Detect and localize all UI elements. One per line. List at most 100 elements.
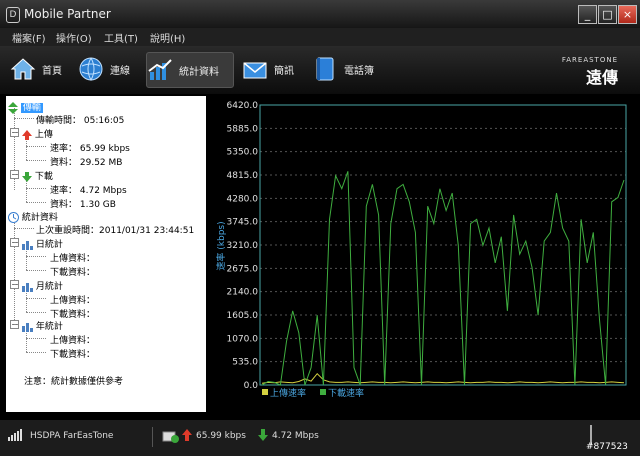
maximize-button[interactable]: □ — [598, 5, 617, 24]
tree-item-transfer[interactable]: 傳輸 — [8, 100, 43, 114]
y-tick-label: 5885.0 — [227, 124, 259, 134]
daily-upload-label: 上傳資料： — [50, 254, 96, 264]
y-axis-label: 速率 (kbps) — [215, 221, 227, 270]
toolbar-phonebook-button[interactable]: 電話簿 — [312, 52, 382, 86]
download-rate-row: 速率： 4.72 Mbps — [50, 183, 127, 196]
toolbar-home-button[interactable]: 首頁 — [10, 52, 70, 86]
tree-item-upload[interactable]: 上傳 — [22, 127, 53, 140]
y-tick-label: 2675.0 — [227, 264, 259, 274]
legend-upload-label: 上傳速率 — [270, 387, 306, 399]
last-reset-label: 上次重設時間： — [36, 226, 100, 236]
connect-globe-icon — [79, 57, 103, 82]
y-tick-label: 5350.0 — [227, 148, 259, 158]
yearly-download-label: 下載資料： — [50, 350, 96, 360]
monthly-upload-label: 上傳資料： — [50, 296, 96, 306]
toolbar: 首頁 連線 統計資料 簡訊 電話簿 FAREASTONE 遠傳 — [0, 46, 640, 94]
sms-envelope-icon — [243, 62, 267, 79]
status-upload-rate: 65.99 kbps — [196, 431, 246, 441]
y-axis-ticks: 6420.0 5885.0 5350.0 4815.0 4280.0 3745.0 3210… — [227, 101, 259, 391]
status-divider — [152, 427, 153, 447]
toolbar-home-label: 首頁 — [42, 65, 62, 77]
legend-download-swatch — [320, 389, 326, 395]
signal-bars-icon — [8, 429, 22, 441]
upload-rate-label: 速率： — [50, 144, 78, 154]
last-reset-row: 上次重設時間：2011/01/31 23:44:51 — [36, 223, 194, 236]
y-tick-label: 6420.0 — [227, 101, 259, 111]
image-id-tag: #877523 — [586, 442, 628, 452]
tree-label-upload: 上傳 — [34, 130, 53, 140]
tree-label-yearly: 年統計 — [35, 322, 63, 332]
tree-item-download[interactable]: 下載 — [22, 169, 53, 182]
toolbar-connect-button[interactable]: 連線 — [78, 52, 138, 86]
home-icon — [10, 58, 36, 80]
bar-chart-icon — [22, 322, 33, 332]
toolbar-sms-label: 簡訊 — [274, 65, 294, 77]
y-tick-label: 535.0 — [232, 358, 258, 368]
menu-tools[interactable]: 工具(T) — [104, 30, 138, 45]
chart-series — [261, 171, 625, 386]
transfer-arrows-icon — [8, 101, 18, 114]
upload-rate-value: 65.99 kbps — [79, 144, 130, 154]
clock-icon — [8, 212, 19, 223]
speed-line-chart: 6420.0 5885.0 5350.0 4815.0 4280.0 3745.0 3210… — [215, 101, 627, 399]
y-tick-label: 2140.0 — [227, 288, 259, 298]
download-arrow-icon — [258, 429, 268, 441]
status-download-rate: 4.72 Mbps — [272, 431, 319, 441]
menu-help[interactable]: 說明(H) — [150, 30, 185, 45]
y-tick-label: 4815.0 — [227, 171, 259, 181]
y-tick-label: 3210.0 — [227, 241, 259, 251]
tree-item-daily[interactable]: 日統計 — [22, 237, 63, 250]
speed-chart-panel: 6420.0 5885.0 5350.0 4815.0 4280.0 3745.0 3210… — [208, 96, 636, 412]
brand-main-text: 遠傳 — [585, 68, 618, 87]
upload-data-row: 資料： 29.52 MB — [50, 155, 122, 168]
statistics-chart-icon — [148, 59, 172, 80]
tree-item-monthly[interactable]: 月統計 — [22, 279, 63, 292]
network-name: HSDPA FarEasTone — [30, 431, 114, 441]
tree-item-statistics[interactable]: 統計資料 — [8, 210, 58, 223]
fareastone-logo: FAREASTONE 遠傳 — [562, 56, 618, 88]
chart-grid — [260, 127, 626, 363]
transfer-duration-row: 傳輸時間： 05:16:05 — [36, 113, 124, 126]
close-button[interactable]: × — [618, 5, 637, 24]
toolbar-statistics-label: 統計資料 — [179, 66, 219, 78]
menu-file[interactable]: 檔案(F) — [12, 30, 46, 45]
y-tick-label: 3745.0 — [227, 218, 259, 228]
toolbar-sms-button[interactable]: 簡訊 — [242, 52, 302, 86]
tree-label-transfer: 傳輸 — [20, 103, 43, 113]
chart-legend: 上傳速率 下載速率 — [262, 387, 364, 399]
download-rate-label: 速率： — [50, 186, 78, 196]
upload-arrow-icon — [22, 129, 32, 140]
upload-speed-line — [261, 372, 625, 384]
tree-label-monthly: 月統計 — [35, 282, 63, 292]
upload-arrow-icon — [182, 429, 192, 441]
toolbar-connect-label: 連線 — [110, 65, 130, 77]
last-reset-value: 2011/01/31 23:44:51 — [99, 226, 195, 236]
menu-bar: 檔案(F) 操作(O) 工具(T) 說明(H) — [0, 28, 640, 46]
download-speed-line — [261, 171, 625, 386]
statistics-note: 注意：統計數據僅供參考 — [24, 377, 124, 387]
download-arrow-icon — [22, 171, 32, 182]
bar-chart-icon — [22, 240, 33, 250]
mobile-partner-logo-icon: D — [6, 7, 20, 23]
transfer-duration-label: 傳輸時間： — [36, 116, 82, 126]
status-bar: HSDPA FarEasTone 65.99 kbps 4.72 Mbps #8… — [0, 420, 640, 456]
bar-chart-icon — [22, 282, 33, 292]
transfer-duration-value: 05:16:05 — [83, 116, 125, 126]
toolbar-statistics-button[interactable]: 統計資料 — [146, 52, 234, 88]
y-tick-label: 4280.0 — [227, 194, 259, 204]
daily-download-label: 下載資料： — [50, 268, 96, 278]
tree-label-daily: 日統計 — [35, 240, 63, 250]
statistics-tree-panel: − − − − − 傳輸 傳輸時間： 05:16:05 上傳 速率： 65.99… — [6, 96, 206, 412]
download-data-label: 資料： — [50, 200, 78, 210]
tree-item-yearly[interactable]: 年統計 — [22, 319, 63, 332]
upload-data-label: 資料： — [50, 158, 78, 168]
menu-operation[interactable]: 操作(O) — [56, 30, 92, 45]
y-tick-label: 1605.0 — [227, 311, 259, 321]
network-adapter-icon — [162, 431, 179, 443]
toolbar-phonebook-label: 電話簿 — [344, 65, 374, 77]
minimize-button[interactable]: _ — [578, 5, 597, 24]
brand-top-text: FAREASTONE — [561, 56, 618, 64]
phonebook-icon — [316, 57, 334, 81]
y-tick-label: 0.0 — [244, 381, 259, 391]
tree-label-statistics: 統計資料 — [21, 213, 58, 223]
